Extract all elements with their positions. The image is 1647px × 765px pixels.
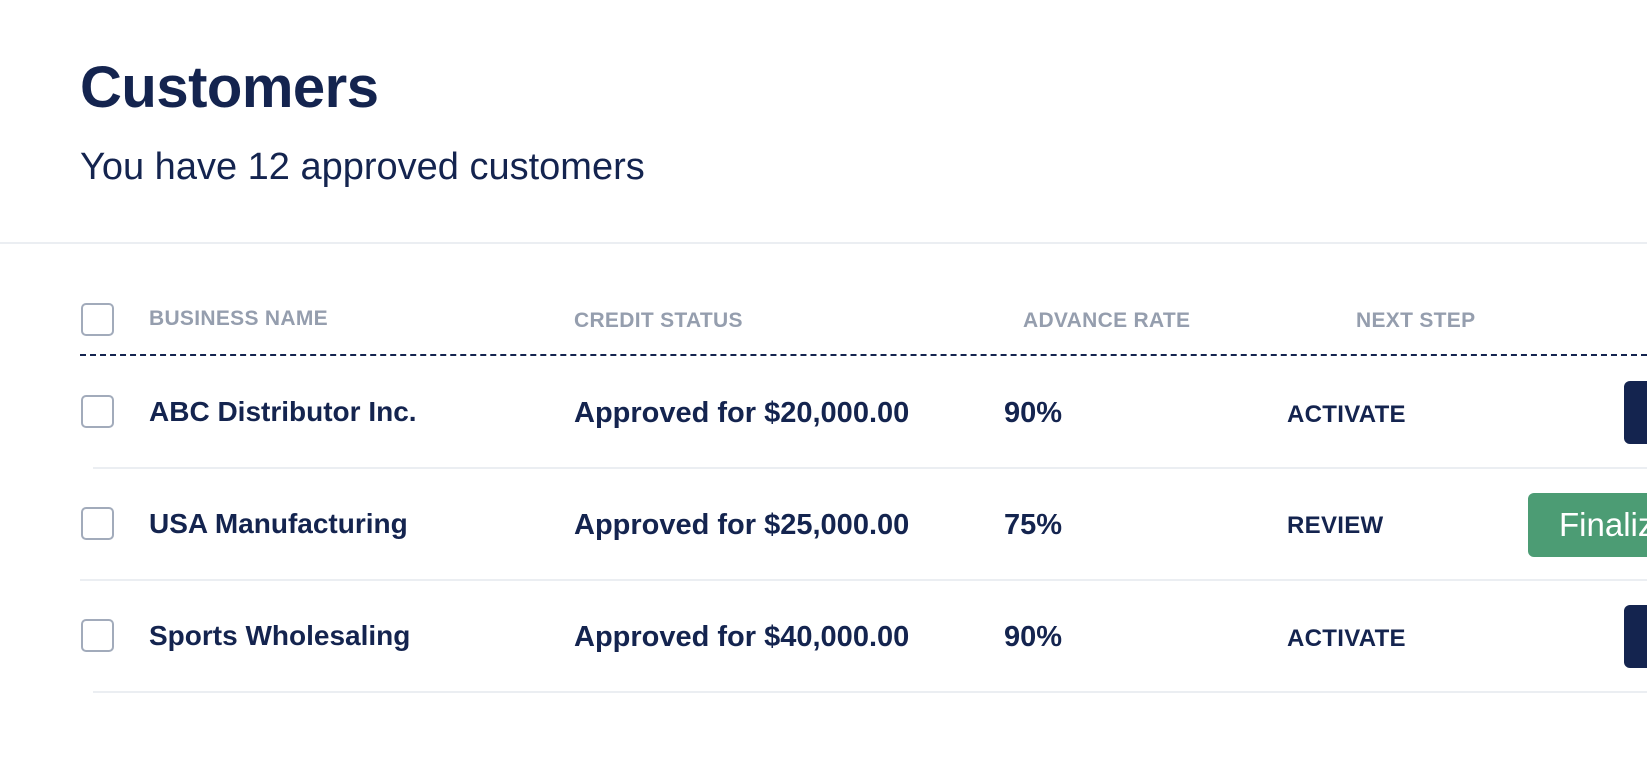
column-header-advance-rate[interactable]: ADVANCE RATE	[1023, 309, 1190, 333]
credit-status: Approved for $40,000.00	[574, 621, 910, 653]
advance-rate: 75%	[1004, 509, 1063, 541]
row-checkbox[interactable]	[81, 507, 114, 540]
page-subtitle: You have 12 approved customers	[80, 146, 645, 188]
table-header-divider	[80, 354, 1647, 356]
business-name[interactable]: Sports Wholesaling	[149, 620, 410, 652]
next-step: REVIEW	[1287, 512, 1384, 539]
customers-page: Customers You have 12 approved customers…	[0, 0, 1647, 765]
activate-button[interactable]	[1624, 381, 1647, 444]
select-all-checkbox[interactable]	[81, 303, 114, 336]
column-header-next-step[interactable]: NEXT STEP	[1356, 309, 1475, 333]
column-header-credit-status[interactable]: CREDIT STATUS	[574, 309, 743, 333]
row-divider	[93, 467, 1647, 469]
page-title: Customers	[80, 55, 379, 120]
row-checkbox[interactable]	[81, 395, 114, 428]
column-header-business-name[interactable]: BUSINESS NAME	[149, 307, 328, 331]
credit-status: Approved for $25,000.00	[574, 509, 910, 541]
header-divider	[0, 242, 1647, 244]
business-name[interactable]: USA Manufacturing	[149, 508, 408, 540]
credit-status: Approved for $20,000.00	[574, 397, 910, 429]
row-checkbox[interactable]	[81, 619, 114, 652]
advance-rate: 90%	[1004, 621, 1063, 653]
advance-rate: 90%	[1004, 397, 1063, 429]
next-step: ACTIVATE	[1287, 625, 1406, 652]
next-step: ACTIVATE	[1287, 401, 1406, 428]
finalize-button[interactable]: Finalize	[1528, 493, 1647, 557]
row-divider	[80, 579, 1647, 581]
row-divider	[93, 691, 1647, 693]
business-name[interactable]: ABC Distributor Inc.	[149, 396, 417, 428]
activate-button[interactable]	[1624, 605, 1647, 668]
